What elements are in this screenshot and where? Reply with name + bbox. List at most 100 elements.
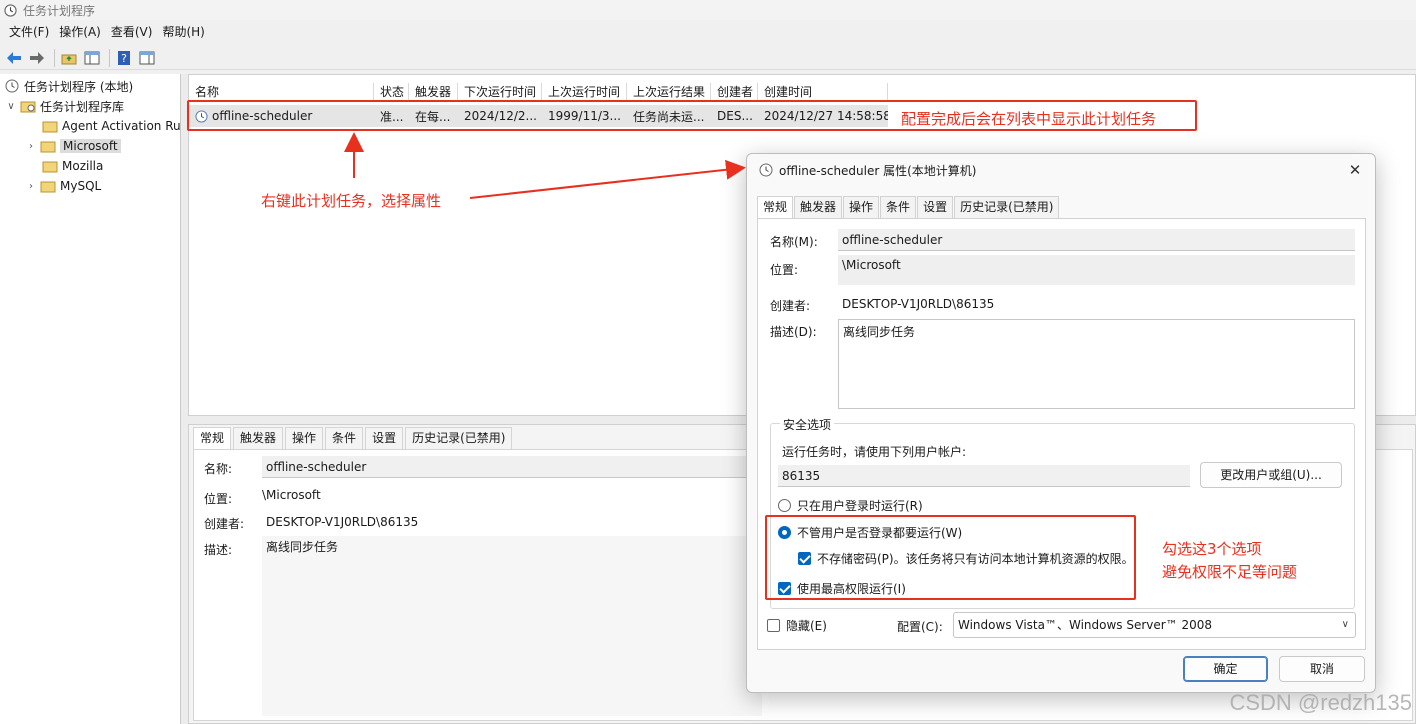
tree-library[interactable]: ∨ 任务计划程序库 — [6, 97, 124, 115]
ok-button[interactable]: 确定 — [1183, 656, 1268, 682]
option-no-store-password-label: 不存储密码(P)。该任务将只有访问本地计算机资源的权限。 — [817, 552, 1134, 566]
column-header-last-run[interactable]: 上次运行时间 — [542, 83, 627, 101]
dialog-location-label: 位置: — [770, 263, 799, 277]
up-folder-icon[interactable] — [59, 48, 79, 68]
dialog-author-value: DESKTOP-V1J0RLD\86135 — [842, 297, 995, 311]
detail-description-label: 描述: — [204, 543, 233, 557]
folder-icon — [40, 181, 56, 193]
option-hidden-label: 隐藏(E) — [786, 619, 827, 633]
cell-created: 2024/12/27 14:58:58 — [764, 109, 888, 123]
config-select[interactable]: Windows Vista™、Windows Server™ 2008 ∨ — [953, 612, 1356, 638]
option-run-logged-on[interactable]: 只在用户登录时运行(R) — [778, 497, 923, 514]
detail-location-value: \Microsoft — [262, 488, 321, 502]
annotation-list-note: 配置完成后会在列表中显示此计划任务 — [901, 110, 1157, 128]
cell-next-run: 2024/12/2... — [464, 109, 537, 123]
column-header-author[interactable]: 创建者 — [711, 83, 758, 101]
menu-bar: 文件(F) 操作(A) 查看(V) 帮助(H) — [0, 22, 210, 42]
dialog-general-panel: 名称(M): offline-scheduler 位置: \Microsoft … — [757, 218, 1366, 650]
cancel-button[interactable]: 取消 — [1279, 656, 1365, 682]
toolbar: ? — [0, 46, 1416, 70]
column-header-last-result[interactable]: 上次运行结果 — [627, 83, 711, 101]
chevron-down-icon: ∨ — [1341, 619, 1349, 630]
annotation-check-note-1: 勾选这3个选项 — [1162, 540, 1262, 558]
checkbox-no-store-password[interactable] — [798, 552, 811, 565]
dialog-tabs: 常规 触发器 操作 条件 设置 历史记录(已禁用) — [757, 196, 1060, 219]
column-header-next-run[interactable]: 下次运行时间 — [458, 83, 542, 101]
annotation-check-note-2: 避免权限不足等问题 — [1162, 563, 1298, 581]
chevron-right-icon[interactable]: › — [26, 141, 36, 152]
column-header-trigger[interactable]: 触发器 — [409, 83, 458, 101]
clock-icon — [4, 3, 17, 17]
detail-tab-settings[interactable]: 设置 — [365, 427, 404, 449]
checkbox-highest-privileges[interactable] — [778, 582, 791, 595]
radio-logged-on[interactable] — [778, 499, 791, 512]
watermark: CSDN @redzh135 — [1229, 690, 1412, 715]
help-icon[interactable]: ? — [114, 48, 134, 68]
cell-last-run: 1999/11/3... — [548, 109, 621, 123]
detail-tab-actions[interactable]: 操作 — [285, 427, 324, 449]
option-run-logged-on-label: 只在用户登录时运行(R) — [797, 499, 923, 513]
cell-trigger: 在每... — [415, 109, 451, 124]
cell-status: 准... — [380, 109, 404, 124]
tree-item-agent-activation[interactable]: Agent Activation Runtime — [42, 117, 180, 135]
detail-tab-general[interactable]: 常规 — [193, 427, 232, 449]
cell-name: offline-scheduler — [189, 109, 374, 123]
detail-description-field[interactable]: 离线同步任务 — [262, 536, 762, 716]
tree-root[interactable]: 任务计划程序 (本地) — [4, 77, 133, 95]
detail-tab-conditions[interactable]: 条件 — [325, 427, 364, 449]
close-icon[interactable]: ✕ — [1345, 160, 1365, 180]
option-run-whether-logged[interactable]: 不管用户是否登录都要运行(W) — [778, 524, 962, 541]
back-icon[interactable] — [4, 48, 24, 68]
detail-tabs: 常规 触发器 操作 条件 设置 历史记录(已禁用) — [193, 427, 514, 449]
tree-item-mozilla[interactable]: Mozilla — [42, 157, 103, 175]
radio-whether-logged[interactable] — [778, 526, 791, 539]
option-run-whether-logged-label: 不管用户是否登录都要运行(W) — [797, 526, 963, 540]
vertical-splitter[interactable] — [181, 74, 188, 724]
dialog-author-label: 创建者: — [770, 299, 811, 313]
dialog-tab-general[interactable]: 常规 — [757, 196, 794, 219]
dialog-name-field[interactable]: offline-scheduler — [838, 229, 1355, 251]
dialog-titlebar: offline-scheduler 属性(本地计算机) — [747, 154, 1375, 186]
run-as-prompt: 运行任务时，请使用下列用户帐户: — [782, 445, 967, 459]
dialog-tab-conditions[interactable]: 条件 — [880, 196, 917, 218]
dialog-tab-history[interactable]: 历史记录(已禁用) — [954, 196, 1060, 218]
menu-help[interactable]: 帮助(H) — [157, 22, 209, 42]
change-user-button[interactable]: 更改用户或组(U)... — [1200, 462, 1342, 488]
menu-file[interactable]: 文件(F) — [4, 22, 54, 42]
dialog-tab-settings[interactable]: 设置 — [917, 196, 954, 218]
security-options-title: 安全选项 — [780, 416, 835, 433]
svg-text:?: ? — [121, 52, 127, 65]
column-header-created[interactable]: 创建时间 — [758, 83, 888, 101]
window-titlebar: 任务计划程序 — [0, 0, 1416, 20]
column-header-name[interactable]: 名称 — [189, 83, 374, 101]
console-tree-icon[interactable] — [82, 48, 102, 68]
menu-view[interactable]: 查看(V) — [106, 22, 158, 42]
detail-author-value: DESKTOP-V1J0RLD\86135 — [266, 515, 419, 529]
folder-icon — [40, 141, 56, 153]
config-label: 配置(C): — [897, 620, 943, 634]
chevron-right-icon[interactable]: › — [26, 181, 36, 192]
tree-item-microsoft[interactable]: › Microsoft — [26, 137, 121, 155]
detail-tab-triggers[interactable]: 触发器 — [233, 427, 284, 449]
config-select-value: Windows Vista™、Windows Server™ 2008 — [958, 618, 1213, 632]
chevron-down-icon[interactable]: ∨ — [6, 101, 16, 112]
option-hidden[interactable]: 隐藏(E) — [767, 617, 827, 634]
dialog-tab-triggers[interactable]: 触发器 — [794, 196, 843, 218]
option-highest-privileges[interactable]: 使用最高权限运行(I) — [778, 580, 906, 597]
checkbox-hidden[interactable] — [767, 619, 780, 632]
table-row[interactable]: offline-scheduler 准... 在每... 2024/12/2..… — [189, 105, 888, 127]
option-no-store-password[interactable]: 不存储密码(P)。该任务将只有访问本地计算机资源的权限。 — [798, 550, 1134, 567]
action-pane-icon[interactable] — [137, 48, 157, 68]
folder-icon — [42, 161, 58, 173]
tree-root-label: 任务计划程序 (本地) — [24, 79, 134, 94]
annotation-right-click-note: 右键此计划任务，选择属性 — [261, 192, 442, 210]
detail-name-field[interactable]: offline-scheduler — [262, 456, 762, 478]
dialog-description-field[interactable]: 离线同步任务 — [838, 319, 1355, 409]
forward-icon[interactable] — [27, 48, 47, 68]
tree-item-mysql[interactable]: › MySQL — [26, 177, 101, 195]
menu-action[interactable]: 操作(A) — [54, 22, 106, 42]
toolbar-divider — [109, 48, 110, 67]
dialog-tab-actions[interactable]: 操作 — [843, 196, 880, 218]
detail-tab-history[interactable]: 历史记录(已禁用) — [405, 427, 513, 449]
column-header-status[interactable]: 状态 — [374, 83, 409, 101]
